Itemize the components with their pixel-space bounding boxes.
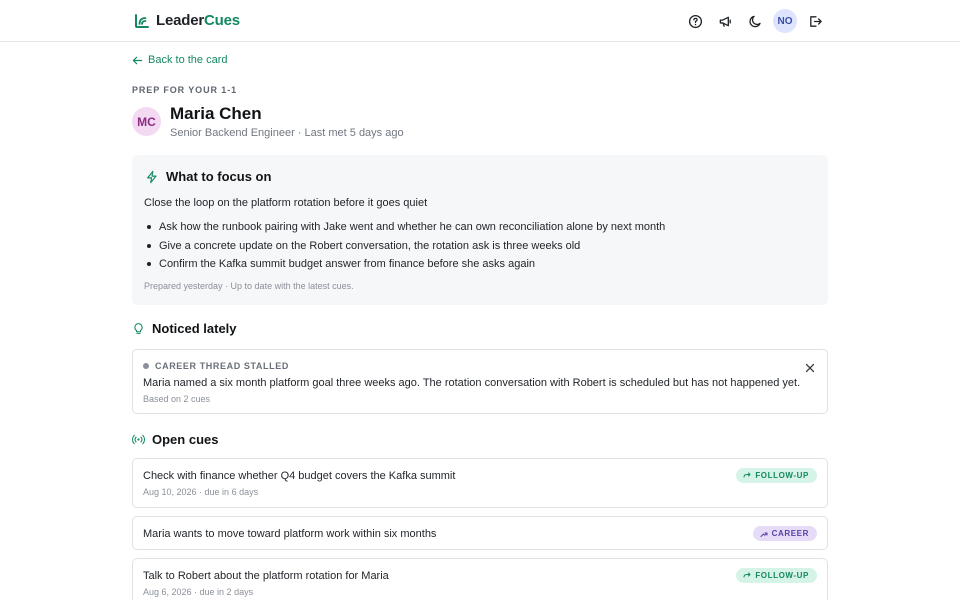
prep-eyebrow: PREP FOR YOUR 1-1 <box>132 85 237 95</box>
announcements-button[interactable] <box>710 8 740 34</box>
user-avatar[interactable]: NO <box>773 9 797 33</box>
cue-title: Talk to Robert about the platform rotati… <box>143 570 389 582</box>
back-link-label: Back to the card <box>148 54 228 66</box>
focus-title: What to focus on <box>166 169 272 184</box>
open-cues-title: Open cues <box>152 432 219 447</box>
noticed-title: Noticed lately <box>152 321 237 336</box>
moon-icon <box>748 15 761 27</box>
notice-kicker-label: CAREER THREAD STALLED <box>155 361 289 371</box>
person-name: Maria Chen <box>170 104 262 123</box>
top-bar: LeaderCues NO <box>0 0 960 42</box>
focus-footer: Prepared yesterday · Up to date with the… <box>144 281 354 291</box>
focus-item: Give a concrete update on the Robert con… <box>146 239 665 258</box>
cue-meta: Aug 10, 2026 · due in 6 days <box>143 487 259 497</box>
cue-meta: Aug 6, 2026 · due in 2 days <box>143 587 254 597</box>
follow-up-tag: FOLLOW-UP <box>736 468 817 483</box>
focus-card: What to focus on Close the loop on the p… <box>132 155 828 305</box>
focus-item: Confirm the Kafka summit budget answer f… <box>146 257 665 276</box>
header-actions: NO <box>680 8 830 34</box>
help-icon <box>688 14 702 28</box>
focus-lead: Close the loop on the platform rotation … <box>144 197 428 209</box>
lightning-icon <box>147 170 157 183</box>
trend-up-icon <box>760 532 768 537</box>
open-cues-heading: Open cues <box>132 432 218 447</box>
career-tag: CAREER <box>752 526 817 541</box>
notice-body: Maria named a six month platform goal th… <box>143 377 801 389</box>
brand-name: LeaderCues <box>156 12 240 29</box>
cue-title: Maria wants to move toward platform work… <box>143 528 437 540</box>
logout-icon <box>809 15 822 27</box>
cue-title: Check with finance whether Q4 budget cov… <box>143 470 456 482</box>
person-avatar: MC <box>132 107 161 136</box>
lightbulb-icon <box>134 323 143 334</box>
tag-label: FOLLOW-UP <box>755 471 809 480</box>
leadercues-logo-icon <box>135 13 149 28</box>
arrow-left-icon <box>132 56 143 64</box>
help-button[interactable] <box>680 8 710 34</box>
focus-heading: What to focus on <box>145 169 271 184</box>
focus-list: Ask how the runbook pairing with Jake we… <box>146 220 665 276</box>
cue-card[interactable]: Maria wants to move toward platform work… <box>132 516 828 550</box>
theme-toggle-button[interactable] <box>740 8 770 34</box>
follow-up-icon <box>743 572 751 577</box>
noticed-card: CAREER THREAD STALLED Maria named a six … <box>132 349 828 414</box>
dismiss-notice-button[interactable] <box>803 361 817 375</box>
focus-item: Ask how the runbook pairing with Jake we… <box>146 220 665 239</box>
follow-up-tag: FOLLOW-UP <box>736 568 817 583</box>
brand[interactable]: LeaderCues <box>134 12 240 29</box>
noticed-heading: Noticed lately <box>132 321 237 336</box>
person-subtitle: Senior Backend Engineer · Last met 5 day… <box>170 127 404 139</box>
follow-up-icon <box>743 472 751 477</box>
notice-kicker: CAREER THREAD STALLED <box>143 361 289 371</box>
back-to-card-link[interactable]: Back to the card <box>132 54 228 66</box>
cue-card[interactable]: Check with finance whether Q4 budget cov… <box>132 458 828 508</box>
close-icon <box>805 363 815 373</box>
person-header: MC Maria Chen Senior Backend Engineer · … <box>132 103 404 139</box>
notice-meta: Based on 2 cues <box>143 394 211 404</box>
signal-icon <box>132 434 145 445</box>
megaphone-icon <box>719 16 731 27</box>
tag-label: FOLLOW-UP <box>755 571 809 580</box>
tag-label: CAREER <box>771 529 809 538</box>
cue-card[interactable]: Talk to Robert about the platform rotati… <box>132 558 828 600</box>
status-dot <box>143 363 149 369</box>
logout-button[interactable] <box>800 8 830 34</box>
